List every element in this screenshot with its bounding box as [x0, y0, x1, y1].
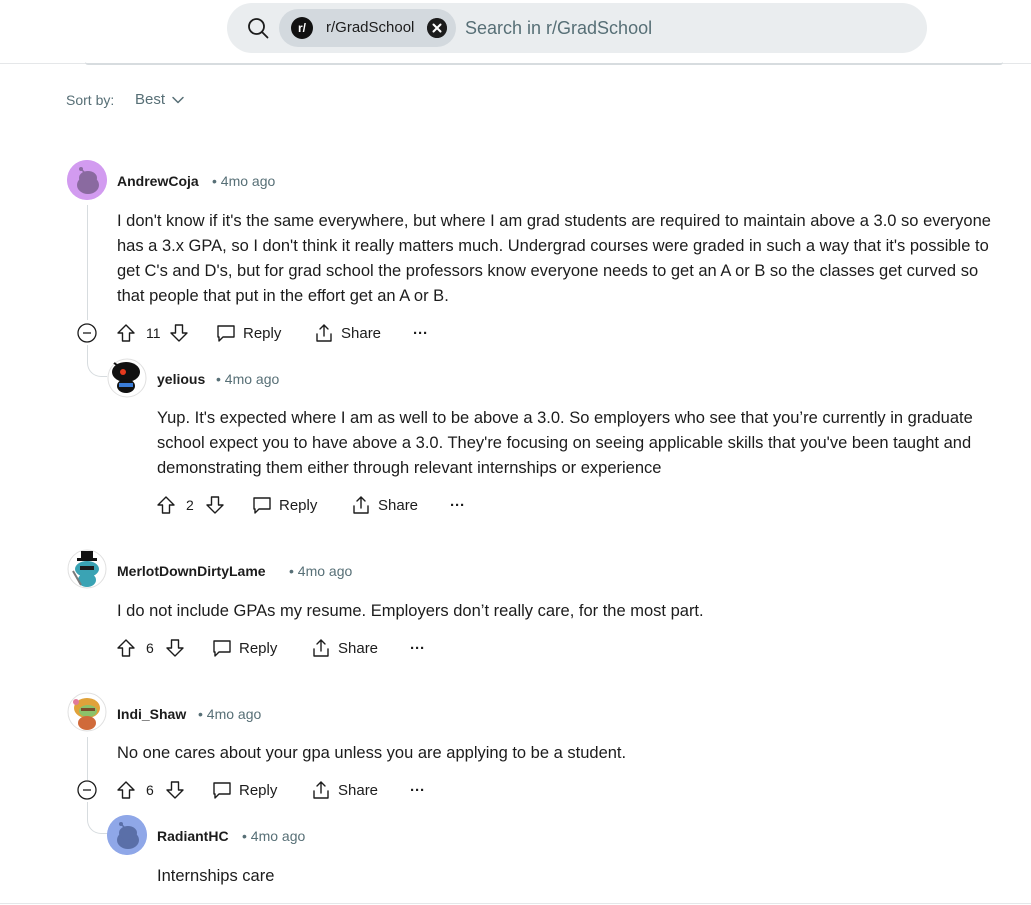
community-filter-chip[interactable]: r/ r/GradSchool	[279, 9, 456, 47]
share-button[interactable]: Share	[311, 775, 378, 805]
comment-actions: 2 Reply Share ···	[156, 490, 476, 520]
reply-label: Reply	[239, 781, 278, 799]
collapse-thread-icon[interactable]	[77, 323, 97, 343]
avatar[interactable]	[67, 692, 107, 732]
search-icon	[248, 18, 269, 39]
top-header: r/ r/GradSchool	[0, 0, 1031, 64]
downvote-button[interactable]	[165, 633, 185, 663]
comment-body: Yup. It's expected where I am as well to…	[157, 409, 973, 477]
comment-author[interactable]: yelious	[157, 371, 205, 387]
avatar[interactable]	[67, 549, 107, 589]
upvote-icon	[117, 639, 135, 657]
avatar[interactable]	[67, 160, 107, 200]
share-button[interactable]: Share	[314, 318, 381, 348]
comment-author[interactable]: RadiantHC	[157, 828, 229, 844]
upvote-button[interactable]	[116, 633, 136, 663]
thread-connector	[87, 802, 109, 834]
comment-actions: 6 Reply Share ···	[116, 775, 436, 805]
collapse-thread-icon[interactable]	[77, 780, 97, 800]
downvote-button[interactable]	[205, 490, 225, 520]
vote-count: 2	[186, 497, 194, 513]
comment-body: Internships care	[157, 867, 275, 885]
comment-icon	[213, 640, 231, 657]
snoo-avatar-icon	[67, 549, 107, 589]
snoo-avatar-icon	[67, 160, 107, 200]
more-options-button[interactable]: ···	[413, 318, 428, 348]
more-options-button[interactable]: ···	[410, 775, 425, 805]
sort-dropdown[interactable]: Best	[135, 91, 165, 108]
divider	[0, 903, 1031, 904]
share-icon	[353, 496, 369, 514]
community-chip-label: r/GradSchool	[326, 19, 415, 36]
reply-label: Reply	[279, 496, 318, 514]
comment-author[interactable]: AndrewCoja	[117, 173, 199, 189]
reply-button[interactable]: Reply	[216, 318, 281, 348]
chevron-down-icon[interactable]	[171, 93, 185, 107]
snoo-avatar-icon	[107, 815, 147, 855]
reply-button[interactable]: Reply	[252, 490, 317, 520]
close-icon[interactable]	[427, 18, 447, 38]
downvote-icon	[166, 639, 184, 657]
reply-button[interactable]: Reply	[212, 775, 277, 805]
upvote-icon	[157, 496, 175, 514]
share-label: Share	[378, 496, 419, 514]
search-bar[interactable]: r/ r/GradSchool	[227, 3, 927, 53]
search-input[interactable]	[465, 15, 905, 41]
downvote-icon	[206, 496, 224, 514]
snoo-avatar-icon	[67, 692, 107, 732]
reply-label: Reply	[243, 324, 282, 342]
comment-body: No one cares about your gpa unless you a…	[117, 744, 627, 762]
vote-count: 6	[146, 640, 154, 656]
avatar[interactable]	[107, 815, 147, 855]
comment-timestamp: • 4mo ago	[216, 371, 280, 387]
comment-author[interactable]: Indi_Shaw	[117, 706, 186, 722]
reply-button[interactable]: Reply	[212, 633, 277, 663]
sort-label: Sort by:	[66, 92, 115, 108]
comment-timestamp: • 4mo ago	[289, 563, 353, 579]
share-button[interactable]: Share	[351, 490, 418, 520]
comment-icon	[253, 497, 271, 514]
share-label: Share	[338, 639, 379, 657]
downvote-button[interactable]	[169, 318, 189, 348]
divider	[85, 62, 1003, 65]
upvote-button[interactable]	[116, 318, 136, 348]
upvote-button[interactable]	[156, 490, 176, 520]
comment-timestamp: • 4mo ago	[242, 828, 306, 844]
comment-actions: 6 Reply Share ···	[116, 633, 436, 663]
vote-count: 6	[146, 782, 154, 798]
share-icon	[313, 639, 329, 657]
comment-author[interactable]: MerlotDownDirtyLame	[117, 563, 266, 579]
share-label: Share	[338, 781, 379, 799]
reply-label: Reply	[239, 639, 278, 657]
snoo-avatar-icon	[107, 358, 147, 398]
share-icon	[316, 324, 332, 342]
thread-connector	[87, 345, 109, 377]
upvote-icon	[117, 781, 135, 799]
share-label: Share	[341, 324, 382, 342]
comment-body: I do not include GPAs my resume. Employe…	[117, 602, 704, 620]
more-options-button[interactable]: ···	[410, 633, 425, 663]
thread-line	[87, 205, 88, 320]
avatar[interactable]	[107, 358, 147, 398]
comment-icon	[217, 325, 235, 342]
comment-timestamp: • 4mo ago	[198, 706, 262, 722]
more-options-button[interactable]: ···	[450, 490, 465, 520]
downvote-button[interactable]	[165, 775, 185, 805]
upvote-icon	[117, 324, 135, 342]
comment-timestamp: • 4mo ago	[212, 173, 276, 189]
thread-line	[87, 737, 88, 780]
comment-actions: 11 Reply Share ···	[116, 318, 436, 348]
downvote-icon	[166, 781, 184, 799]
upvote-button[interactable]	[116, 775, 136, 805]
subreddit-icon: r/	[291, 17, 313, 39]
share-icon	[313, 781, 329, 799]
vote-count: 11	[146, 325, 161, 341]
comment-icon	[213, 782, 231, 799]
share-button[interactable]: Share	[311, 633, 378, 663]
comment-body: I don't know if it's the same everywhere…	[117, 212, 991, 305]
downvote-icon	[170, 324, 188, 342]
